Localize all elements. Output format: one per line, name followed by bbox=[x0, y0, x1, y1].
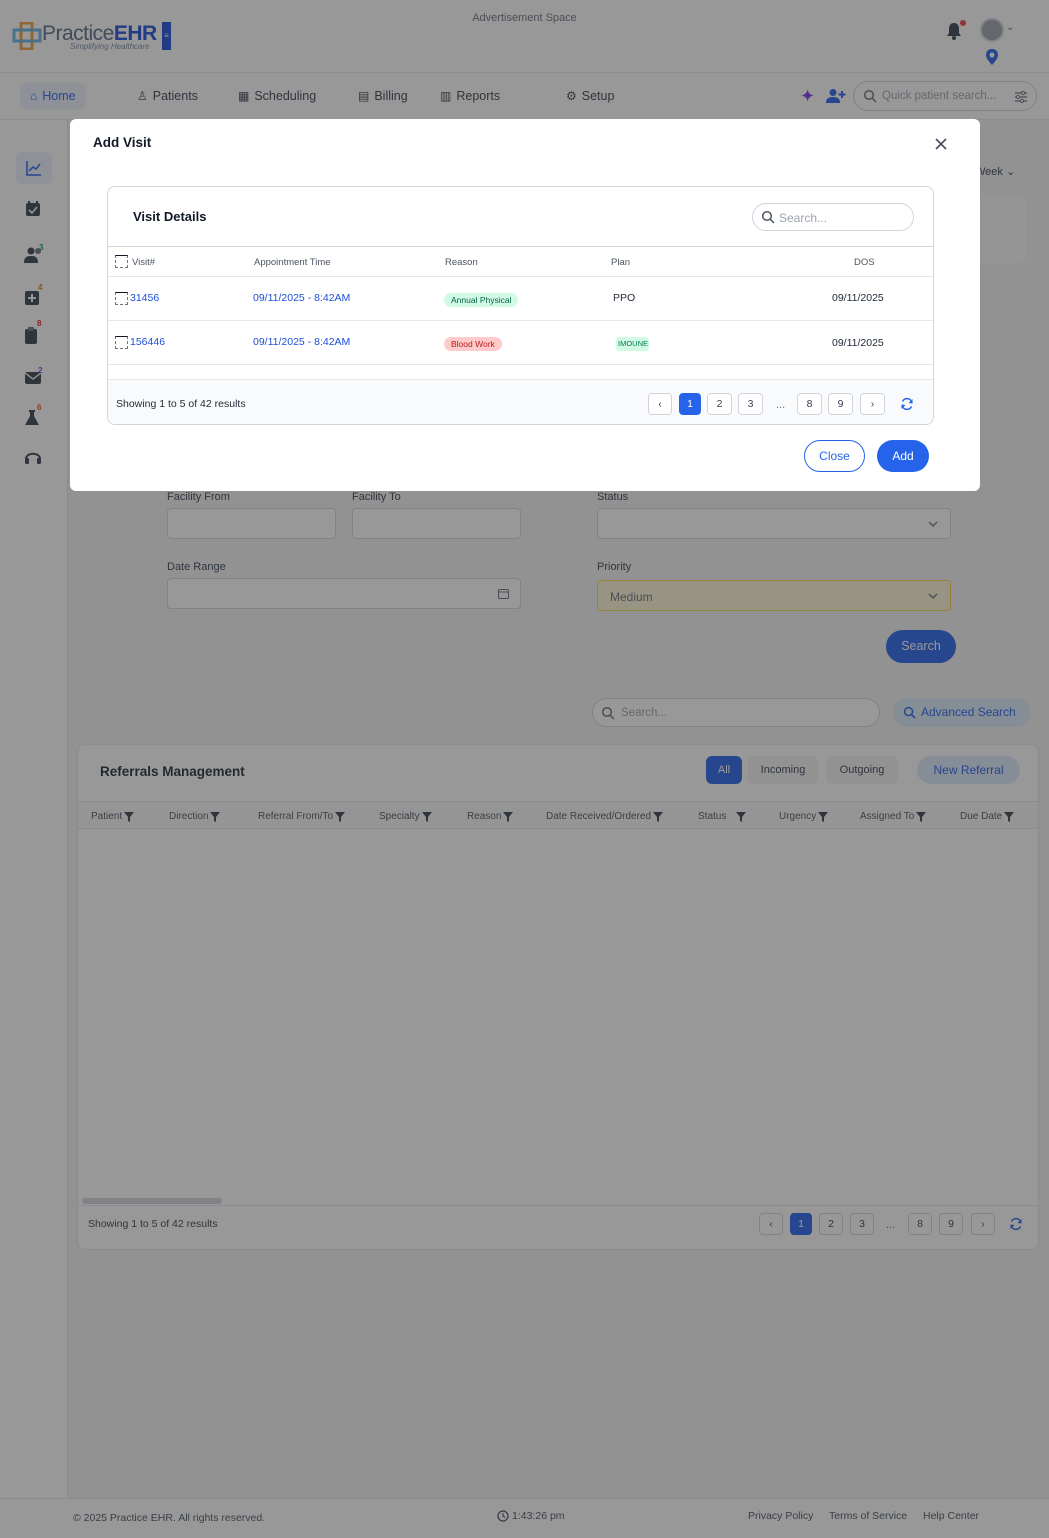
close-button[interactable]: Close bbox=[804, 440, 865, 472]
row-checkbox[interactable] bbox=[115, 336, 128, 349]
dos-text: 09/11/2025 bbox=[832, 292, 884, 304]
visit-details-title: Visit Details bbox=[133, 209, 207, 224]
visit-search-placeholder: Search... bbox=[779, 211, 828, 225]
visit-search-input[interactable]: Search... bbox=[752, 203, 914, 231]
visit-page-3[interactable]: 3 bbox=[738, 393, 763, 415]
visit-page-1[interactable]: 1 bbox=[679, 393, 701, 415]
visit-page-8[interactable]: 8 bbox=[797, 393, 822, 415]
col-appointment-time[interactable]: Appointment Time bbox=[254, 257, 331, 268]
plan-text: PPO bbox=[613, 292, 636, 304]
visit-details-card: Visit Details Search... Visit# Appointme… bbox=[107, 186, 934, 425]
close-icon[interactable] bbox=[933, 136, 949, 152]
plan-badge: IMOUNE bbox=[616, 337, 649, 351]
visit-page-2[interactable]: 2 bbox=[707, 393, 732, 415]
add-visit-modal: Add Visit Visit Details Search... Visit#… bbox=[70, 119, 980, 491]
col-dos[interactable]: DOS bbox=[854, 257, 875, 268]
refresh-icon[interactable] bbox=[900, 397, 914, 411]
visit-number-link[interactable]: 156446 bbox=[130, 336, 165, 348]
modal-title: Add Visit bbox=[93, 135, 152, 150]
visit-table-footer: Showing 1 to 5 of 42 results ‹ 1 2 3 ...… bbox=[108, 379, 933, 424]
select-all-checkbox[interactable] bbox=[115, 255, 128, 268]
add-button[interactable]: Add bbox=[877, 440, 929, 472]
row-checkbox[interactable] bbox=[115, 292, 128, 305]
appointment-time: 09/11/2025 - 8:42AM bbox=[253, 336, 351, 348]
dos-text: 09/11/2025 bbox=[832, 337, 884, 349]
search-icon bbox=[761, 210, 775, 224]
col-reason[interactable]: Reason bbox=[445, 257, 478, 268]
col-plan[interactable]: Plan bbox=[611, 257, 630, 268]
table-row[interactable]: 156446 09/11/2025 - 8:42AM Blood Work IM… bbox=[108, 321, 933, 365]
table-row[interactable]: 31456 09/11/2025 - 8:42AM Annual Physica… bbox=[108, 277, 933, 321]
appointment-time: 09/11/2025 - 8:42AM bbox=[253, 292, 351, 304]
visit-page-9[interactable]: 9 bbox=[828, 393, 853, 415]
visit-showing-text: Showing 1 to 5 of 42 results bbox=[116, 398, 246, 410]
visit-prev-page[interactable]: ‹ bbox=[648, 393, 672, 415]
reason-badge: Annual Physical bbox=[444, 293, 519, 307]
visit-table-header: Visit# Appointment Time Reason Plan DOS bbox=[108, 246, 933, 277]
visit-next-page[interactable]: › bbox=[860, 393, 885, 415]
visit-number-link[interactable]: 31456 bbox=[130, 292, 159, 304]
visit-page-ellipsis: ... bbox=[776, 399, 786, 411]
col-visit-number[interactable]: Visit# bbox=[132, 257, 155, 268]
reason-badge: Blood Work bbox=[444, 337, 502, 351]
